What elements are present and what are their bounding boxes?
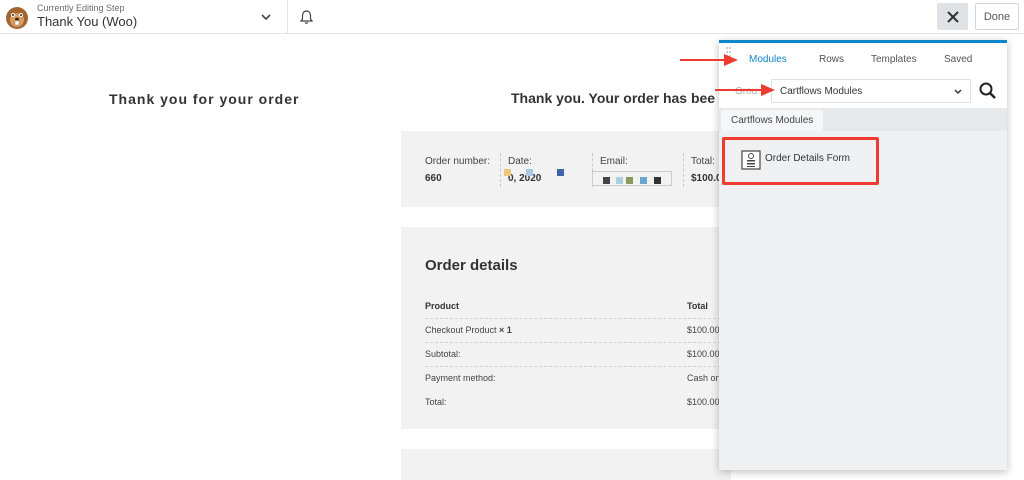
order-number-label: Order number: <box>425 156 491 167</box>
redaction-pixel <box>654 177 661 184</box>
section-tab-cartflows[interactable]: Cartflows Modules <box>721 110 824 131</box>
editing-label: Currently Editing Step <box>37 3 125 13</box>
annotation-arrow-icon <box>680 54 738 66</box>
product-header: Product <box>425 301 460 311</box>
total-label: Total: <box>691 156 715 167</box>
order-details-header: Product Total <box>425 295 731 319</box>
redaction-pixel <box>526 169 533 176</box>
group-select[interactable]: Cartflows Modules <box>771 79 971 103</box>
date-value: 0, 2020 <box>508 173 542 184</box>
overview-separator <box>683 153 684 187</box>
highlight-box <box>722 137 879 185</box>
page-heading-left: Thank you for your order <box>109 91 300 107</box>
close-icon <box>946 10 959 23</box>
email-label: Email: <box>600 156 628 167</box>
content-panel: Modules Rows Templates Saved Grou Cartfl… <box>719 40 1007 470</box>
order-overview: Order number: 660 Date: 0, 2020 Email: T… <box>401 131 731 207</box>
panel-header: Modules Rows Templates Saved Grou Cartfl… <box>719 43 1007 108</box>
row-label: Total: <box>425 397 447 407</box>
overview-separator <box>500 153 501 187</box>
section-tab-bar: Cartflows Modules <box>719 108 1007 131</box>
table-row: Subtotal: $100.00 <box>425 343 731 367</box>
order-details-title: Order details <box>425 257 518 274</box>
product-qty: × 1 <box>496 325 512 335</box>
tab-rows[interactable]: Rows <box>819 54 844 65</box>
group-select-value: Cartflows Modules <box>780 86 863 97</box>
step-title: Thank You (Woo) <box>37 14 138 29</box>
redaction-pixel <box>603 177 610 184</box>
close-panel-button[interactable] <box>937 3 968 30</box>
redaction-pixel <box>504 169 511 176</box>
top-bar: Currently Editing Step Thank You (Woo) D… <box>0 0 1024 34</box>
row-value: Cash on <box>687 373 721 383</box>
bell-icon[interactable] <box>299 9 314 25</box>
order-number-value: 660 <box>425 173 442 184</box>
row-value: $100.00 <box>687 349 720 359</box>
toolbar-divider <box>287 0 288 34</box>
table-row: Total: $100.00 <box>425 391 731 415</box>
row-value: $100.00 <box>687 397 720 407</box>
order-details-section: Order details Product Total Checkout Pro… <box>401 227 731 429</box>
done-button[interactable]: Done <box>975 3 1019 30</box>
total-header: Total <box>687 301 708 311</box>
product-name: Checkout Product <box>425 325 497 335</box>
chevron-down-icon[interactable] <box>259 10 273 24</box>
annotation-arrow-icon <box>715 84 775 96</box>
table-row: Payment method: Cash on <box>425 367 731 391</box>
row-label: Payment method: <box>425 373 496 383</box>
customer-details-section <box>401 449 731 480</box>
chevron-down-icon <box>954 89 962 95</box>
search-icon[interactable] <box>978 81 998 101</box>
tab-templates[interactable]: Templates <box>871 54 917 65</box>
redaction-pixel <box>616 177 623 184</box>
total-value: $100.0 <box>691 173 722 184</box>
tab-modules[interactable]: Modules <box>749 54 787 65</box>
tab-saved[interactable]: Saved <box>944 54 972 65</box>
date-label: Date: <box>508 156 532 167</box>
table-row: Checkout Product × 1 $100.00 <box>425 319 731 343</box>
page-heading-right: Thank you. Your order has bee <box>511 90 716 106</box>
redaction-pixel <box>626 177 633 184</box>
row-value: $100.00 <box>687 325 720 335</box>
beaver-logo-icon[interactable] <box>4 4 30 30</box>
redaction-pixel <box>640 177 647 184</box>
redaction-pixel <box>557 169 564 176</box>
current-step-info[interactable]: Currently Editing Step Thank You (Woo) <box>37 3 137 30</box>
row-label: Subtotal: <box>425 349 461 359</box>
